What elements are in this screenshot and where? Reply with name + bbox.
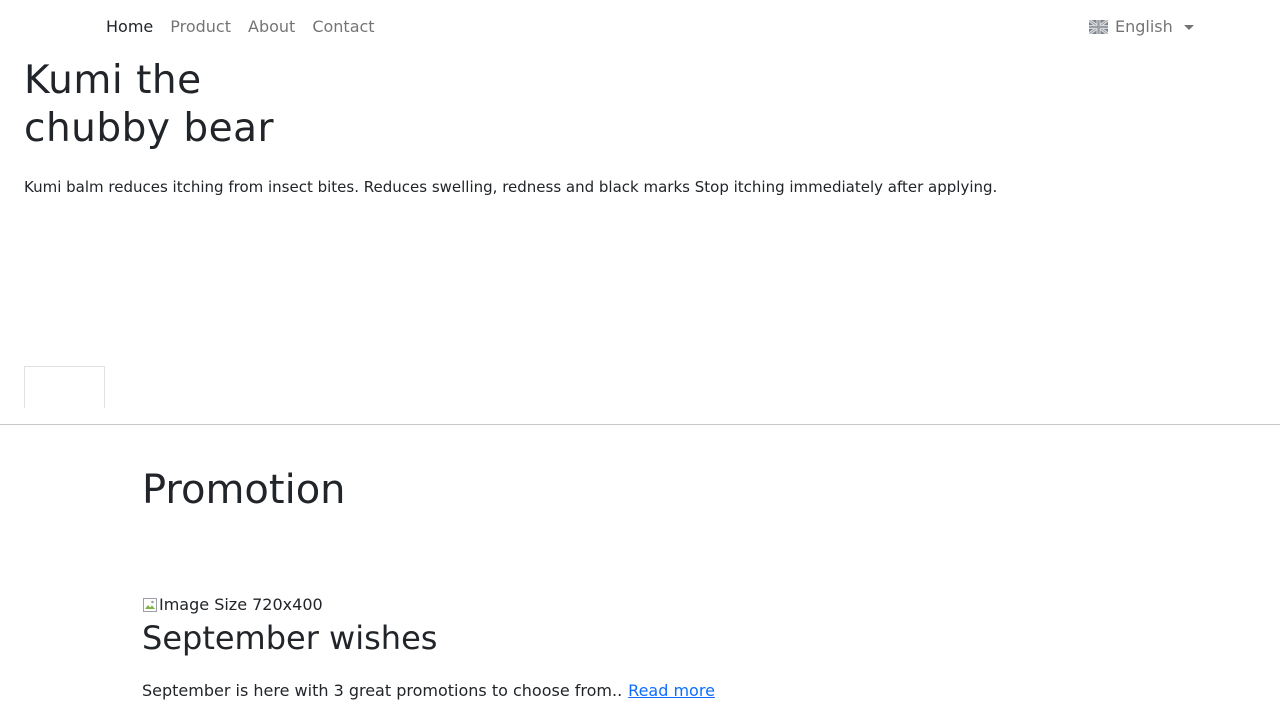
promotion-title: September wishes [142, 619, 438, 657]
nav-link-contact[interactable]: Contact [312, 16, 374, 38]
hero-description: Kumi balm reduces itching from insect bi… [24, 178, 998, 196]
promotion-heading: Promotion [142, 467, 346, 513]
read-more-link[interactable]: Read more [628, 681, 715, 700]
language-dropdown[interactable]: English [1089, 16, 1194, 38]
caret-down-icon [1183, 24, 1194, 30]
promotion-image: Image Size 720x400 [142, 594, 323, 616]
promotion-image-alt-text: Image Size 720x400 [159, 595, 323, 614]
nav-link-home[interactable]: Home [106, 16, 153, 38]
top-navbar: Home Product About Contact English [0, 0, 1280, 54]
broken-image-icon [142, 597, 158, 613]
nav-links: Home Product About Contact [106, 16, 392, 38]
promotion-description: September is here with 3 great promotion… [142, 681, 623, 700]
hero-image-frame [24, 366, 105, 408]
hero-title: Kumi the chubby bear [24, 58, 275, 151]
section-divider [0, 424, 1280, 425]
nav-link-product[interactable]: Product [170, 16, 231, 38]
uk-flag-icon [1089, 20, 1108, 34]
nav-link-about[interactable]: About [248, 16, 295, 38]
language-label: English [1115, 17, 1173, 36]
promotion-text-row: September is here with 3 great promotion… [142, 680, 715, 702]
